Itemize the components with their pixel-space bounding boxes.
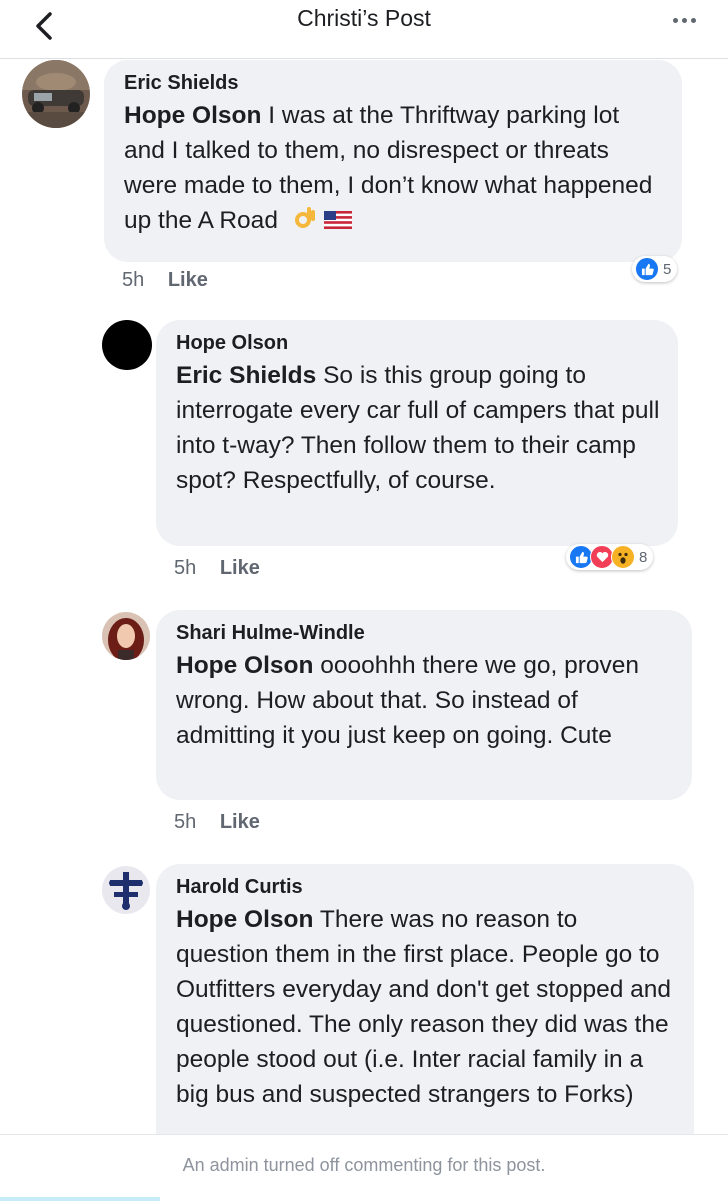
- avatar[interactable]: [102, 612, 150, 660]
- comment-author[interactable]: Eric Shields: [124, 68, 664, 98]
- avatar[interactable]: [102, 320, 152, 370]
- reaction-summary[interactable]: 8: [566, 544, 654, 570]
- comment-meta: 5h Like: [174, 810, 260, 834]
- like-reaction-icon: [635, 257, 659, 281]
- wow-reaction-icon: [611, 545, 635, 569]
- comment-time: 5h: [122, 269, 145, 291]
- avatar-photo: [22, 60, 90, 128]
- mention-link[interactable]: Hope Olson: [124, 102, 261, 129]
- comment: Eric Shields Hope Olson I was at the Thr…: [0, 58, 728, 298]
- comment-author[interactable]: Hope Olson: [176, 328, 660, 358]
- more-options-button[interactable]: [662, 10, 706, 30]
- reaction-count: 5: [663, 260, 672, 278]
- mention-link[interactable]: Hope Olson: [176, 652, 313, 679]
- comment-bubble: Harold Curtis Hope Olson There was no re…: [156, 864, 694, 1164]
- comment-text: Eric Shields So is this group going to i…: [176, 358, 660, 498]
- comment-bubble: Hope Olson Eric Shields So is this group…: [156, 320, 678, 546]
- mention-link[interactable]: Eric Shields: [176, 362, 316, 389]
- comment-time: 5h: [174, 811, 197, 833]
- comment-bubble: Shari Hulme-Windle Hope Olson oooohhh th…: [156, 610, 692, 800]
- comment-bubble: Eric Shields Hope Olson I was at the Thr…: [104, 60, 682, 262]
- us-flag-icon: [323, 204, 352, 239]
- reaction-summary[interactable]: 5: [632, 256, 678, 282]
- avatar-photo: [102, 866, 150, 914]
- avatar[interactable]: [102, 866, 150, 914]
- comment-meta: 5h Like: [174, 556, 260, 580]
- comment-text: Hope Olson There was no reason to questi…: [176, 902, 676, 1112]
- more-dot: [690, 17, 696, 23]
- more-dot: [681, 17, 687, 23]
- avatar[interactable]: [22, 60, 90, 128]
- more-dot: [672, 17, 678, 23]
- page-title: Christi’s Post: [297, 5, 431, 31]
- home-indicator: [0, 1197, 160, 1201]
- like-button[interactable]: Like: [168, 269, 208, 291]
- like-button[interactable]: Like: [220, 557, 260, 579]
- comment-author[interactable]: Shari Hulme-Windle: [176, 618, 674, 648]
- top-bar: Christi’s Post: [0, 0, 728, 59]
- comment-time: 5h: [174, 557, 197, 579]
- like-button[interactable]: Like: [220, 811, 260, 833]
- ok-hand-icon: [291, 204, 317, 240]
- comment-disabled-footer: An admin turned off commenting for this …: [0, 1134, 728, 1201]
- comment-meta: 5h Like: [122, 268, 208, 292]
- comment-text: Hope Olson I was at the Thriftway parkin…: [124, 98, 664, 240]
- avatar-photo: [102, 612, 150, 660]
- comment: Shari Hulme-Windle Hope Olson oooohhh th…: [0, 608, 728, 848]
- comment-text: Hope Olson oooohhh there we go, proven w…: [176, 648, 674, 753]
- comment: Hope Olson Eric Shields So is this group…: [0, 318, 728, 588]
- commenting-disabled-notice: An admin turned off commenting for this …: [182, 1155, 546, 1175]
- comment-author[interactable]: Harold Curtis: [176, 872, 676, 902]
- comment: Harold Curtis Hope Olson There was no re…: [0, 862, 728, 1164]
- comment-body: There was no reason to question them in …: [176, 906, 672, 1108]
- reaction-count: 8: [639, 548, 648, 566]
- mention-link[interactable]: Hope Olson: [176, 906, 313, 933]
